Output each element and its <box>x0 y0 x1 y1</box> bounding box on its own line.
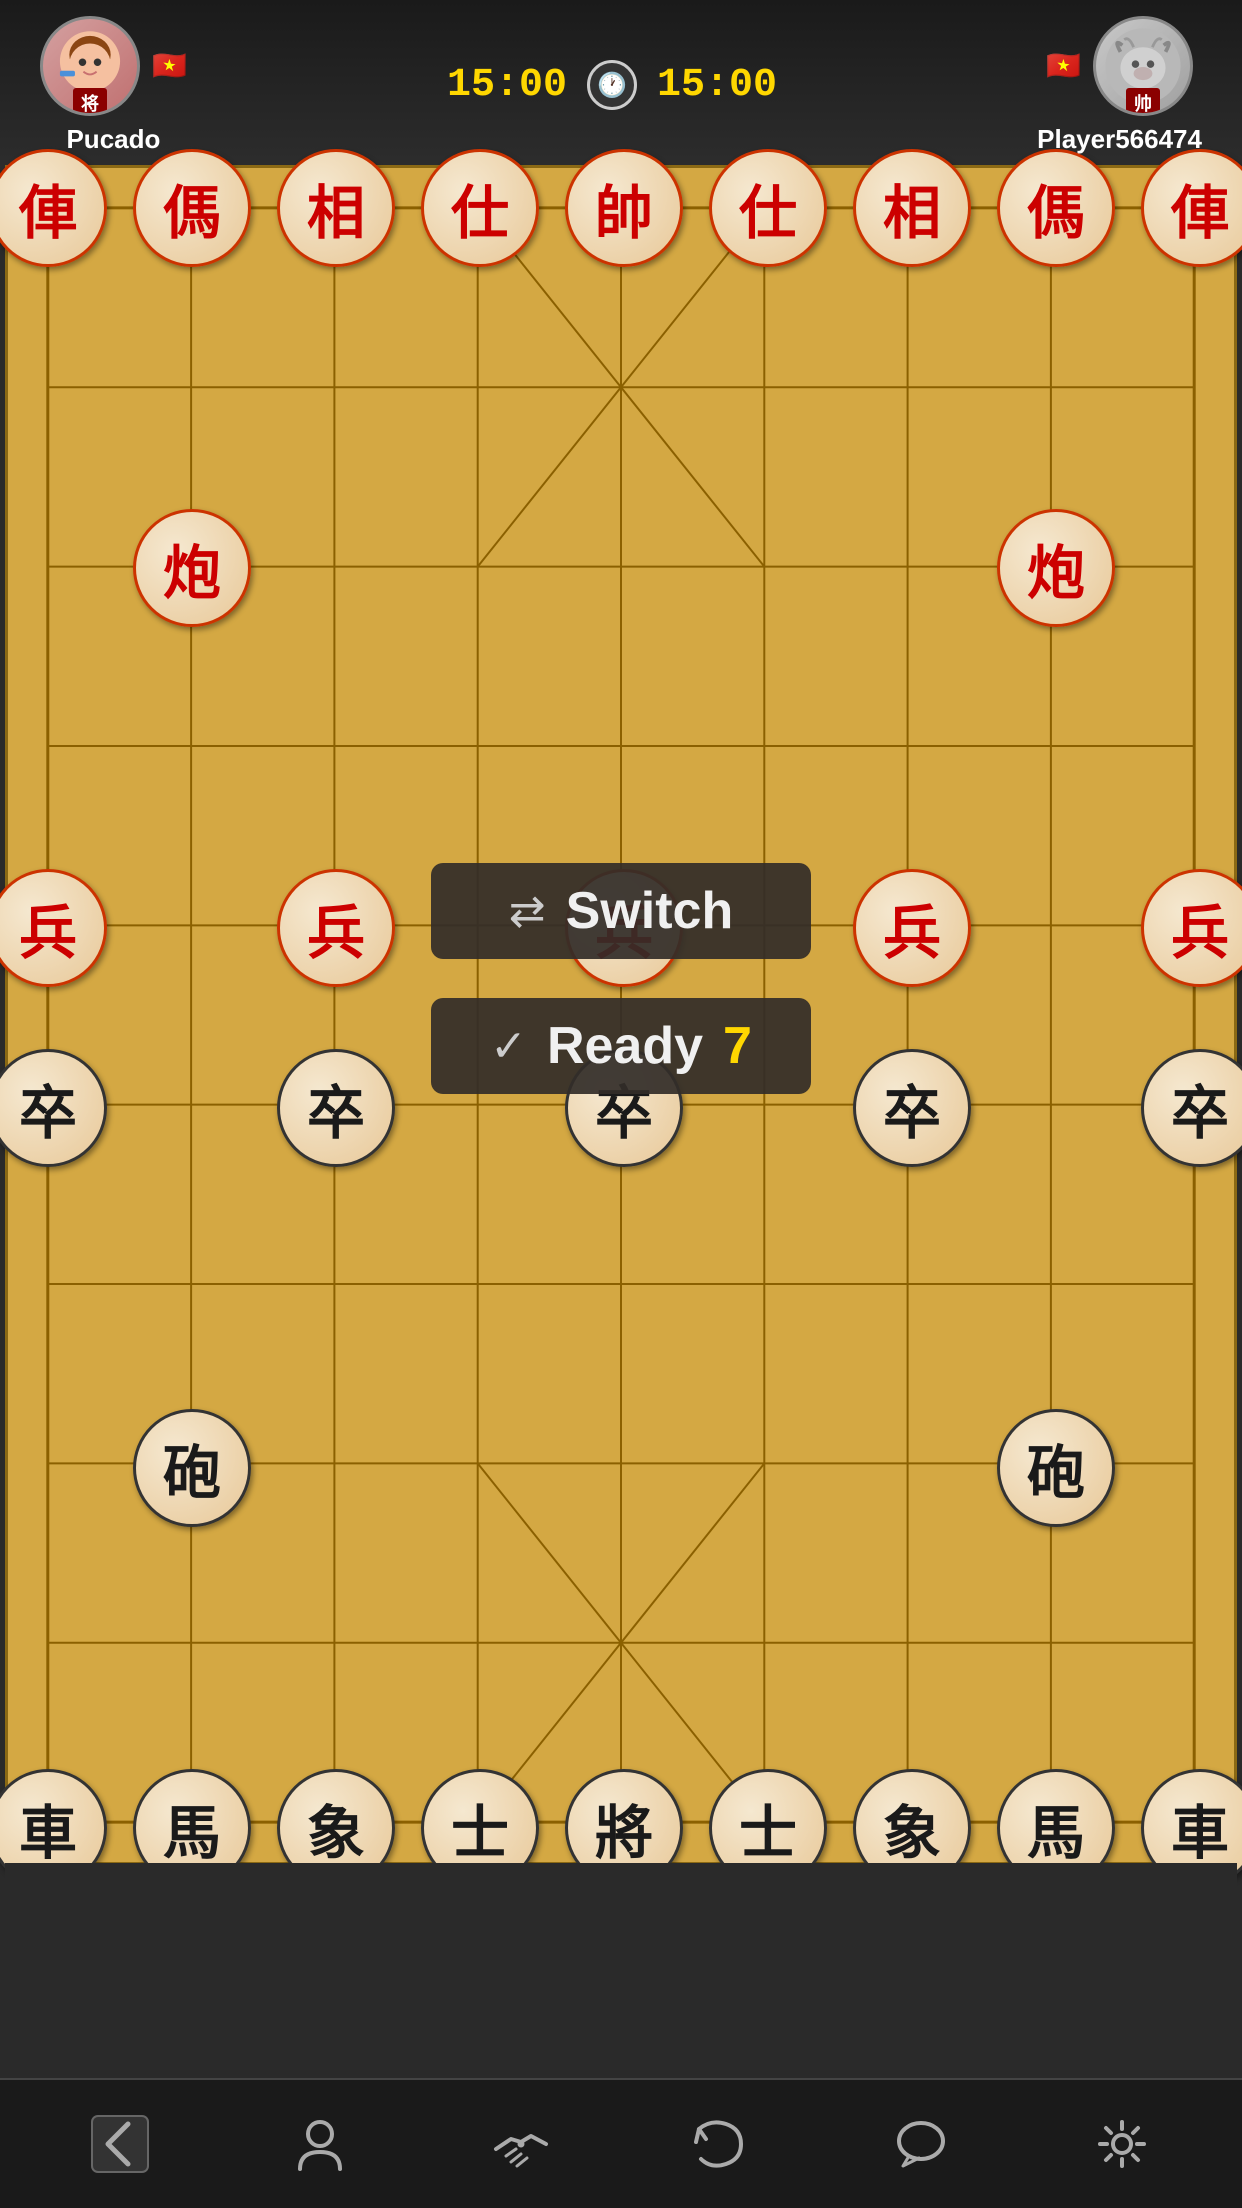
chat-button[interactable] <box>871 2099 971 2189</box>
chess-board: 俥 傌 相 仕 帥 仕 相 傌 俥 炮 炮 兵 兵 兵 兵 兵 卒 卒 卒 卒 … <box>5 165 1237 1865</box>
piece-red-pawn4[interactable]: 兵 <box>853 869 971 987</box>
ready-icon: ✓ <box>490 1021 527 1072</box>
switch-label: Switch <box>566 881 734 941</box>
piece-red-advisor1[interactable]: 仕 <box>421 149 539 267</box>
ready-number: 7 <box>723 1016 752 1076</box>
player2-flag: 🇻🇳 <box>1046 49 1081 82</box>
back-button[interactable] <box>70 2099 170 2189</box>
player1-timer: 15:00 <box>447 63 567 108</box>
piece-black-cannon1[interactable]: 砲 <box>133 1409 251 1527</box>
player2-rank: 帅 <box>1126 88 1160 116</box>
handshake-button[interactable] <box>471 2099 571 2189</box>
piece-black-pawn4[interactable]: 卒 <box>853 1049 971 1167</box>
undo-button[interactable] <box>671 2099 771 2189</box>
piece-red-king[interactable]: 帥 <box>565 149 683 267</box>
player2-avatar: 帅 <box>1093 16 1193 116</box>
timer-section: 15:00 🕐 15:00 <box>447 60 777 110</box>
piece-red-horse1[interactable]: 傌 <box>133 149 251 267</box>
player1-section: 将 🇻🇳 Pucado <box>40 16 187 155</box>
piece-red-pawn2[interactable]: 兵 <box>277 869 395 987</box>
ready-label: Ready <box>547 1016 703 1076</box>
clock-icon: 🕐 <box>587 60 637 110</box>
toolbar <box>0 2078 1242 2208</box>
player1-flag: 🇻🇳 <box>152 49 187 82</box>
ready-button[interactable]: ✓ Ready 7 <box>431 998 811 1094</box>
piece-red-advisor2[interactable]: 仕 <box>709 149 827 267</box>
settings-button[interactable] <box>1072 2099 1172 2189</box>
player2-timer: 15:00 <box>657 63 777 108</box>
player1-rank: 将 <box>73 88 107 116</box>
header: 将 🇻🇳 Pucado 15:00 🕐 15:00 🇻🇳 <box>0 0 1242 170</box>
player2-section: 🇻🇳 帅 Player566474 <box>1037 16 1202 155</box>
piece-red-horse2[interactable]: 傌 <box>997 149 1115 267</box>
piece-red-elephant1[interactable]: 相 <box>277 149 395 267</box>
player-button[interactable] <box>270 2099 370 2189</box>
player1-avatar: 将 <box>40 16 140 116</box>
switch-icon: ⇄ <box>509 886 546 937</box>
piece-red-cannon2[interactable]: 炮 <box>997 509 1115 627</box>
piece-red-elephant2[interactable]: 相 <box>853 149 971 267</box>
piece-black-cannon2[interactable]: 砲 <box>997 1409 1115 1527</box>
switch-button[interactable]: ⇄ Switch <box>431 863 811 959</box>
piece-black-pawn2[interactable]: 卒 <box>277 1049 395 1167</box>
player1-name: Pucado <box>66 124 160 155</box>
piece-red-cannon1[interactable]: 炮 <box>133 509 251 627</box>
